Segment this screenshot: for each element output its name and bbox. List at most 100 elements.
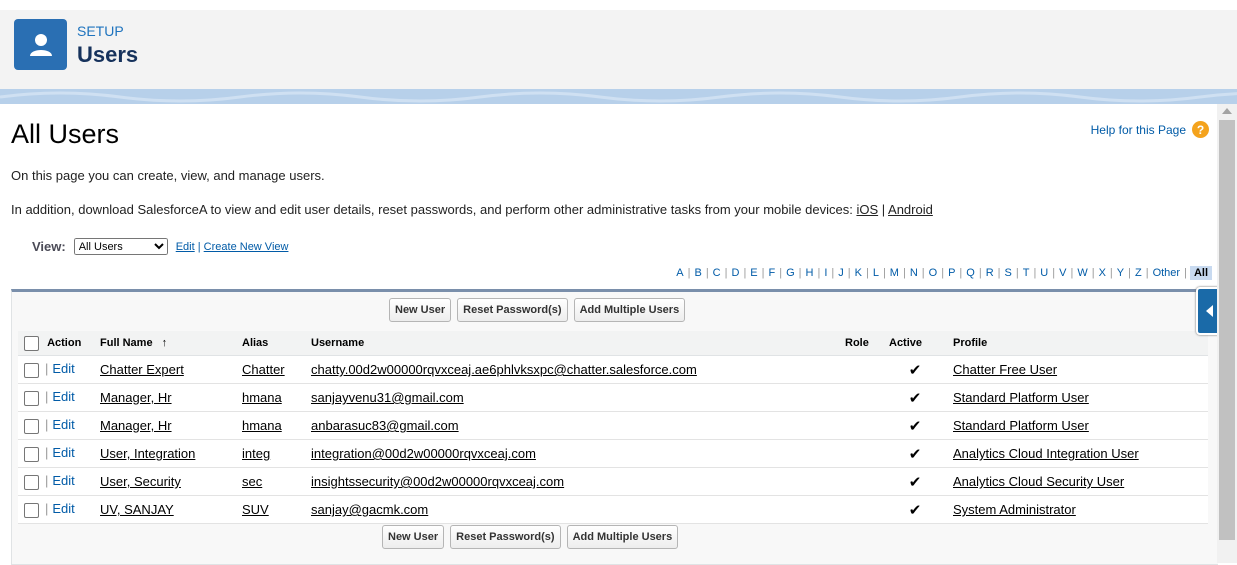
- edit-view-link[interactable]: Edit: [176, 241, 195, 253]
- add-multiple-users-button-bottom[interactable]: Add Multiple Users: [566, 525, 679, 549]
- row-checkbox[interactable]: [24, 446, 39, 462]
- full-name-cell: Manager, Hr: [94, 383, 236, 412]
- alpha-filter-m[interactable]: M: [886, 267, 903, 279]
- active-header[interactable]: Active: [883, 331, 947, 356]
- profile-link[interactable]: Standard Platform User: [953, 390, 1089, 405]
- full-name-link[interactable]: User, Security: [100, 474, 181, 489]
- view-select[interactable]: All Users: [73, 238, 168, 255]
- alpha-filter-v[interactable]: V: [1055, 267, 1070, 279]
- alias-link[interactable]: sec: [242, 474, 262, 489]
- edit-link[interactable]: Edit: [52, 389, 74, 404]
- row-checkbox[interactable]: [24, 362, 39, 378]
- alpha-filter-x[interactable]: X: [1095, 267, 1110, 279]
- profile-header[interactable]: Profile: [947, 331, 1208, 356]
- profile-link[interactable]: Analytics Cloud Security User: [953, 474, 1124, 489]
- username-link[interactable]: sanjayvenu31@gmail.com: [311, 390, 464, 405]
- add-multiple-users-button[interactable]: Add Multiple Users: [573, 298, 686, 322]
- full-name-link[interactable]: Chatter Expert: [100, 362, 184, 377]
- alpha-filter-t[interactable]: T: [1019, 267, 1034, 279]
- reset-password-button[interactable]: Reset Password(s): [457, 298, 568, 322]
- full-name-link[interactable]: Manager, Hr: [100, 390, 172, 405]
- profile-link[interactable]: Standard Platform User: [953, 418, 1089, 433]
- help-link-label[interactable]: Help for this Page: [1091, 123, 1186, 137]
- username-link[interactable]: sanjay@gacmk.com: [311, 502, 428, 517]
- new-user-button-bottom[interactable]: New User: [382, 525, 445, 549]
- alpha-filter-o[interactable]: O: [925, 267, 942, 279]
- full-name-link[interactable]: UV, SANJAY: [100, 502, 174, 517]
- full-name-header[interactable]: Full Name ↑: [94, 331, 236, 356]
- row-checkbox[interactable]: [24, 474, 39, 490]
- username-header[interactable]: Username: [305, 331, 839, 356]
- alpha-filter-h[interactable]: H: [802, 267, 818, 279]
- scroll-up-arrow-icon[interactable]: [1222, 108, 1232, 114]
- scrollbar-thumb[interactable]: [1219, 120, 1235, 540]
- role-header[interactable]: Role: [839, 331, 883, 356]
- active-check-icon: ✔: [908, 473, 922, 491]
- edit-link[interactable]: Edit: [52, 417, 74, 432]
- alias-link[interactable]: hmana: [242, 390, 282, 405]
- alpha-filter-p[interactable]: P: [944, 267, 959, 279]
- alpha-filter-u[interactable]: U: [1036, 267, 1052, 279]
- android-link[interactable]: Android: [888, 202, 933, 217]
- help-link[interactable]: Help for this Page ?: [1091, 121, 1209, 138]
- active-cell: ✔: [883, 411, 947, 440]
- alpha-filter-g[interactable]: G: [782, 267, 799, 279]
- alpha-filter-e[interactable]: E: [746, 267, 761, 279]
- row-checkbox[interactable]: [24, 418, 39, 434]
- vertical-scrollbar[interactable]: [1217, 104, 1237, 563]
- alpha-filter-all[interactable]: All: [1189, 266, 1212, 280]
- edit-link[interactable]: Edit: [52, 361, 74, 376]
- alpha-filter-n[interactable]: N: [906, 267, 922, 279]
- row-checkbox[interactable]: [24, 502, 39, 518]
- table-row: | Edit Manager, Hr hmana sanjayvenu31@gmail.…: [18, 383, 1208, 412]
- alpha-filter-k[interactable]: K: [851, 267, 866, 279]
- full-name-cell: User, Security: [94, 467, 236, 496]
- profile-link[interactable]: Chatter Free User: [953, 362, 1057, 377]
- alpha-filter-l[interactable]: L: [869, 267, 883, 279]
- alias-link[interactable]: hmana: [242, 418, 282, 433]
- alpha-filter-c[interactable]: C: [709, 267, 725, 279]
- alpha-filter-z[interactable]: Z: [1131, 267, 1146, 279]
- user-icon: [14, 19, 67, 70]
- alpha-filter-s[interactable]: S: [1001, 267, 1016, 279]
- username-link[interactable]: chatty.00d2w00000rqvxceaj.ae6phlvksxpc@c…: [311, 362, 697, 377]
- new-user-button[interactable]: New User: [389, 298, 452, 322]
- table-body: | Edit Chatter Expert Chatter chatty.00d2w00…: [18, 355, 1208, 524]
- alpha-filter-w[interactable]: W: [1073, 267, 1091, 279]
- alias-header[interactable]: Alias: [236, 331, 305, 356]
- full-name-link[interactable]: User, Integration: [100, 446, 195, 461]
- select-all-checkbox[interactable]: [24, 335, 39, 351]
- reset-password-button-bottom[interactable]: Reset Password(s): [450, 525, 561, 549]
- create-view-link[interactable]: Create New View: [204, 241, 289, 253]
- username-link[interactable]: anbarasuc83@gmail.com: [311, 418, 459, 433]
- action-cell: | Edit: [18, 439, 94, 468]
- breadcrumb-setup[interactable]: SETUP: [77, 23, 124, 39]
- action-separator: |: [45, 389, 49, 405]
- alpha-filter-y[interactable]: Y: [1113, 267, 1128, 279]
- alpha-filter-i[interactable]: I: [820, 267, 831, 279]
- table-row: | Edit User, Security sec insightssecurity@0…: [18, 467, 1208, 496]
- alias-link[interactable]: Chatter: [242, 362, 285, 377]
- username-link[interactable]: insightssecurity@00d2w00000rqvxceaj.com: [311, 474, 564, 489]
- alias-link[interactable]: SUV: [242, 502, 269, 517]
- alpha-filter-d[interactable]: D: [727, 267, 743, 279]
- alias-link[interactable]: integ: [242, 446, 270, 461]
- alpha-filter-b[interactable]: B: [690, 267, 705, 279]
- help-icon[interactable]: ?: [1192, 121, 1209, 138]
- alias-cell: hmana: [236, 411, 305, 440]
- edit-link[interactable]: Edit: [52, 501, 74, 516]
- alpha-filter-a[interactable]: A: [672, 267, 687, 279]
- row-checkbox[interactable]: [24, 390, 39, 406]
- edit-link[interactable]: Edit: [52, 473, 74, 488]
- alpha-filter-other[interactable]: Other: [1149, 267, 1185, 279]
- profile-link[interactable]: System Administrator: [953, 502, 1076, 517]
- alpha-filter-f[interactable]: F: [765, 267, 780, 279]
- alpha-filter-r[interactable]: R: [982, 267, 998, 279]
- username-link[interactable]: integration@00d2w00000rqvxceaj.com: [311, 446, 536, 461]
- edit-link[interactable]: Edit: [52, 445, 74, 460]
- alpha-filter-j[interactable]: J: [834, 267, 848, 279]
- ios-link[interactable]: iOS: [856, 202, 878, 217]
- alpha-filter-q[interactable]: Q: [962, 267, 979, 279]
- full-name-link[interactable]: Manager, Hr: [100, 418, 172, 433]
- profile-link[interactable]: Analytics Cloud Integration User: [953, 446, 1139, 461]
